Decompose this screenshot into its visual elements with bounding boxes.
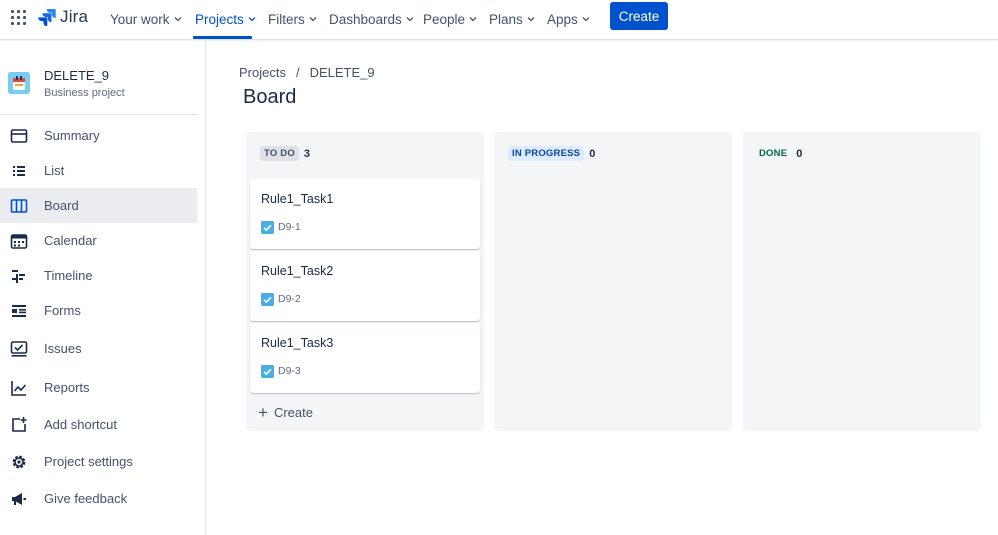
nav-dashboards[interactable]: Dashboards xyxy=(329,9,414,29)
issue-key[interactable]: D9-2 xyxy=(278,293,301,305)
nav-filters[interactable]: Filters xyxy=(268,9,317,29)
nav-label: Your work xyxy=(110,11,170,27)
gear-icon xyxy=(12,455,26,468)
sidebar-item-add-shortcut[interactable]: Add shortcut xyxy=(0,407,197,442)
nav-label: Apps xyxy=(547,11,578,27)
add-shortcut-icon xyxy=(12,416,27,432)
logo-text: Jira xyxy=(60,7,89,26)
sidebar-item-label: Project settings xyxy=(44,454,133,469)
active-nav-indicator xyxy=(193,36,252,39)
project-avatar-icon xyxy=(8,72,30,94)
page-title: Board xyxy=(243,86,297,108)
card-title: Rule1_Task2 xyxy=(261,264,334,278)
chevron-down-icon xyxy=(527,17,535,22)
issue-key[interactable]: D9-3 xyxy=(278,365,301,377)
column-header: DONE 0 xyxy=(757,146,802,161)
jira-logo-icon xyxy=(38,9,56,26)
issue-count: 3 xyxy=(303,147,311,160)
jira-logo[interactable]: Jira xyxy=(38,7,88,27)
chevron-down-icon xyxy=(309,17,317,22)
list-icon xyxy=(13,165,25,176)
status-lozenge: TO DO xyxy=(260,146,299,161)
column-header: IN PROGRESS 0 xyxy=(508,146,595,161)
nav-your-work[interactable]: Your work xyxy=(110,9,182,29)
board-column-in-progress: IN PROGRESS 0 xyxy=(494,132,732,431)
nav-label: Filters xyxy=(268,11,305,27)
sidebar-item-label: Timeline xyxy=(44,268,93,283)
breadcrumb-projects[interactable]: Projects xyxy=(239,65,286,80)
breadcrumb-project[interactable]: DELETE_9 xyxy=(310,65,375,80)
issue-key[interactable]: D9-1 xyxy=(278,221,301,233)
sidebar-item-summary[interactable]: Summary xyxy=(0,118,197,153)
sidebar-item-label: Add shortcut xyxy=(44,417,117,432)
nav-label: Projects xyxy=(195,11,244,27)
issues-icon xyxy=(10,340,28,357)
create-button[interactable]: Create xyxy=(610,2,668,30)
status-lozenge: IN PROGRESS xyxy=(508,146,585,161)
column-header: TO DO 3 xyxy=(260,146,310,161)
sidebar-divider xyxy=(0,114,198,115)
breadcrumb-separator: / xyxy=(295,65,300,80)
card-title: Rule1_Task1 xyxy=(261,192,334,206)
chevron-down-icon xyxy=(469,17,477,22)
sidebar-item-label: Forms xyxy=(44,303,81,318)
timeline-icon xyxy=(12,269,25,283)
nav-label: Plans xyxy=(489,11,523,27)
project-name[interactable]: DELETE_9 xyxy=(44,68,109,83)
create-issue-button[interactable]: + Create xyxy=(258,404,313,421)
sidebar-item-label: Reports xyxy=(44,380,90,395)
sidebar-item-list[interactable]: List xyxy=(0,153,197,188)
board-column-done: DONE 0 xyxy=(743,132,981,431)
issue-card[interactable]: Rule1_Task3 D9-3 xyxy=(250,323,480,393)
board-column-todo: TO DO 3 Rule1_Task1 D9-1 Rule1_Task2 D9-… xyxy=(246,132,484,431)
project-type: Business project xyxy=(44,87,125,99)
sidebar-item-forms[interactable]: Forms xyxy=(0,293,197,328)
sidebar-item-project-settings[interactable]: Project settings xyxy=(0,444,197,479)
chevron-down-icon xyxy=(174,17,181,22)
chevron-down-icon xyxy=(248,17,256,22)
board-icon xyxy=(10,198,28,213)
sidebar-item-calendar[interactable]: Calendar xyxy=(0,223,197,258)
nav-label: Dashboards xyxy=(329,11,402,27)
chevron-down-icon xyxy=(406,17,414,22)
sidebar-item-label: Board xyxy=(44,198,79,213)
megaphone-icon xyxy=(12,492,26,505)
card-title: Rule1_Task3 xyxy=(261,336,334,350)
plus-icon: + xyxy=(258,403,268,422)
forms-icon xyxy=(12,304,26,317)
issue-count: 0 xyxy=(796,147,803,160)
sidebar-item-label: Calendar xyxy=(44,233,97,248)
issue-card[interactable]: Rule1_Task1 D9-1 xyxy=(250,179,480,249)
sidebar-item-board[interactable]: Board xyxy=(0,188,197,223)
calendar-icon xyxy=(10,233,28,249)
nav-apps[interactable]: Apps xyxy=(547,9,590,29)
sidebar-item-timeline[interactable]: Timeline xyxy=(0,258,197,293)
sidebar-item-label: Summary xyxy=(44,128,100,143)
issue-count: 0 xyxy=(589,147,596,160)
nav-label: People xyxy=(423,11,466,27)
sidebar-item-label: Issues xyxy=(44,341,82,356)
app-switcher-icon[interactable] xyxy=(11,10,27,26)
summary-icon xyxy=(10,128,28,143)
issue-card[interactable]: Rule1_Task2 D9-2 xyxy=(250,251,480,321)
nav-projects[interactable]: Projects xyxy=(195,9,256,29)
nav-plans[interactable]: Plans xyxy=(489,9,535,29)
reports-icon xyxy=(11,380,27,396)
breadcrumb: Projects / DELETE_9 xyxy=(239,65,375,80)
nav-people[interactable]: People xyxy=(423,9,477,29)
task-type-icon xyxy=(261,365,274,378)
task-type-icon xyxy=(261,221,274,234)
task-type-icon xyxy=(261,293,274,306)
sidebar-item-issues[interactable]: Issues xyxy=(0,331,197,366)
sidebar-item-give-feedback[interactable]: Give feedback xyxy=(0,481,197,516)
sidebar-item-reports[interactable]: Reports xyxy=(0,370,197,405)
status-lozenge: DONE xyxy=(759,148,788,159)
project-sidebar: DELETE_9 Business project Summary List B… xyxy=(0,41,206,535)
sidebar-item-label: Give feedback xyxy=(44,491,128,506)
top-navigation: Jira Your work Projects Filters Dashboar… xyxy=(0,0,998,40)
sidebar-item-label: List xyxy=(44,163,65,178)
create-issue-label: Create xyxy=(273,405,313,420)
chevron-down-icon xyxy=(582,17,590,22)
